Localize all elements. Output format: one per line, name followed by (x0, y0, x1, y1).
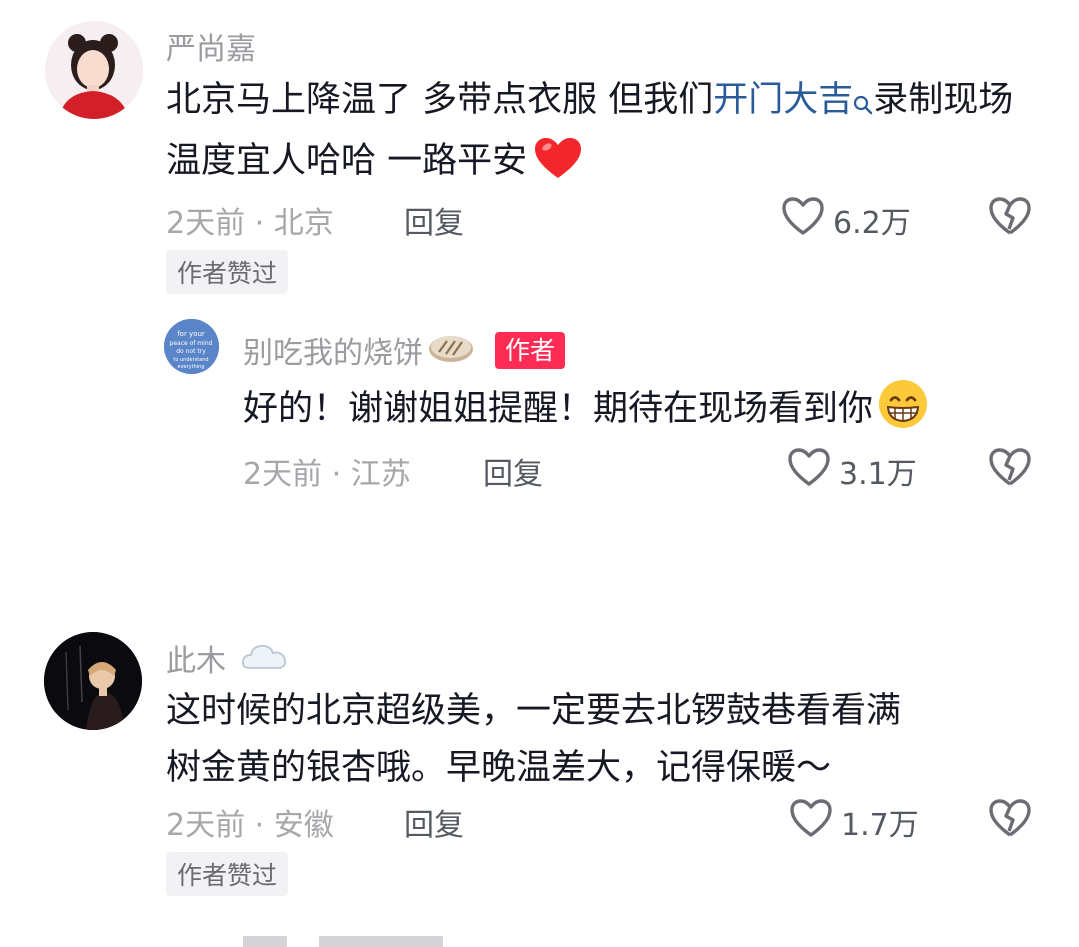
broken-heart-icon (988, 196, 1032, 240)
svg-text:do not try: do not try (176, 348, 206, 355)
red-heart-emoji-icon (533, 136, 583, 198)
heart-outline-icon (787, 447, 831, 495)
comment2-like-button[interactable]: 1.7万 (789, 798, 919, 846)
comment-time-location: 2天前 · 北京 (166, 206, 334, 241)
comment2-reply-button[interactable]: 回复 (404, 800, 464, 844)
avatar-yanshangjia-image (45, 21, 143, 119)
like-count: 6.2万 (833, 206, 911, 241)
broken-heart-icon (988, 798, 1032, 842)
reply-header: 别吃我的烧饼 作者 (243, 328, 566, 372)
heart-outline-icon (789, 798, 833, 846)
topic-link-label: 开门大吉 (713, 80, 854, 120)
comment-text: 北京马上降温了 多带点衣服 但我们开门大吉 录制现场温度宜人哈哈 一路平安 (166, 72, 1046, 198)
reply-time-location: 2天前 · 江苏 (243, 457, 411, 492)
avatar-cimu[interactable] (44, 632, 142, 730)
topic-link[interactable]: 开门大吉 (713, 80, 873, 120)
avatar-author-image: for your peace of mind do not try to und… (164, 319, 219, 374)
reply-button[interactable]: 回复 (404, 198, 464, 242)
dislike-button[interactable] (988, 196, 1032, 240)
comment-username[interactable]: 严尚嘉 (166, 24, 256, 68)
like-button[interactable]: 6.2万 (781, 196, 911, 244)
comment2-text-line2: 树金黄的银杏哦。早晚温差大，记得保暖～ (166, 748, 832, 788)
avatar-yanshangjia[interactable] (45, 21, 143, 119)
reply-like-button[interactable]: 3.1万 (787, 447, 917, 495)
comment2-text-line1: 这时候的北京超级美，一定要去北锣鼓巷看看满 (166, 691, 902, 731)
comment2-author-liked-tag: 作者赞过 (166, 852, 289, 896)
avatar-cimu-image (44, 632, 142, 730)
search-icon (853, 76, 873, 133)
comment2-time-location: 2天前 · 安徽 (166, 808, 334, 843)
comment2-dislike-button[interactable] (988, 798, 1032, 842)
reply-text: 好的！谢谢姐姐提醒！期待在现场看到你 (243, 378, 1063, 448)
broken-heart-icon (988, 447, 1032, 491)
avatar-author[interactable]: for your peace of mind do not try to und… (164, 319, 219, 374)
comment2-text: 这时候的北京超级美，一定要去北锣鼓巷看看满 树金黄的银杏哦。早晚温差大，记得保暖… (166, 683, 1046, 797)
author-badge: 作者 (495, 331, 566, 369)
author-liked-tag: 作者赞过 (166, 250, 289, 294)
svg-text:to understand: to understand (173, 357, 208, 363)
grinning-face-emoji-icon (877, 378, 929, 448)
comment-text-before: 北京马上降温了 多带点衣服 但我们 (166, 80, 714, 120)
cloud-icon (240, 641, 288, 675)
comment2-username[interactable]: 此木 (166, 636, 226, 680)
comment2-header: 此木 (166, 636, 288, 680)
comment2-like-count: 1.7万 (841, 808, 919, 843)
svg-text:peace of mind: peace of mind (170, 340, 213, 347)
svg-text:for your: for your (177, 330, 205, 338)
svg-text:everything: everything (178, 364, 205, 370)
reply-text-body: 好的！谢谢姐姐提醒！期待在现场看到你 (243, 389, 874, 429)
reply-username[interactable]: 别吃我的烧饼 (243, 328, 423, 372)
heart-outline-icon (781, 196, 825, 244)
reply-like-count: 3.1万 (839, 457, 917, 492)
next-reply-partial (243, 936, 473, 947)
reply-dislike-button[interactable] (988, 447, 1032, 491)
reply-reply-button[interactable]: 回复 (483, 449, 543, 493)
flatbread-emoji-icon (427, 332, 475, 368)
